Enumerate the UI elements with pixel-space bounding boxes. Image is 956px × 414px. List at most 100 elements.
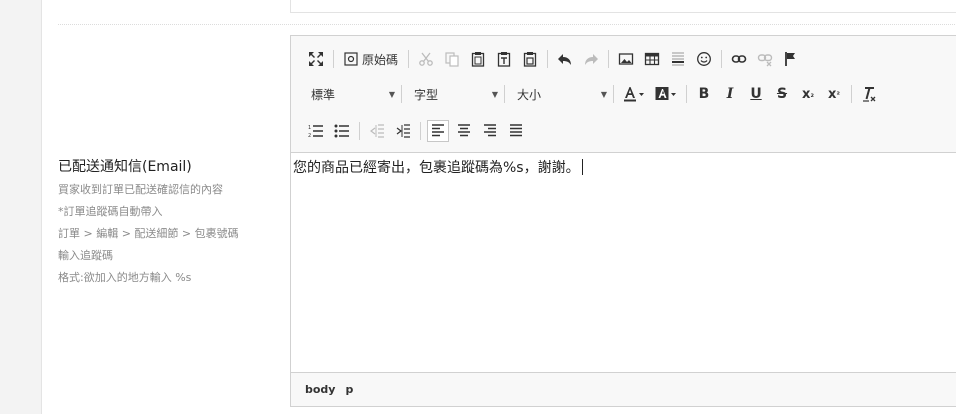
bulleted-list-icon <box>334 124 349 138</box>
align-left-icon <box>432 124 444 137</box>
source-icon <box>344 52 358 66</box>
toolbar-separator <box>686 85 687 103</box>
image-button[interactable] <box>615 48 637 70</box>
superscript-button[interactable]: x² <box>823 83 845 105</box>
help-line-4: 輸入追蹤碼 <box>58 249 113 262</box>
paste-button[interactable] <box>467 48 489 70</box>
smiley-icon <box>697 52 711 66</box>
underline-button[interactable]: U <box>745 83 767 105</box>
table-icon <box>644 52 660 66</box>
svg-text:1: 1 <box>308 125 311 131</box>
help-line-5: 格式:欲加入的地方輸入 %s <box>58 271 192 284</box>
font-size-select-value: 大小 <box>517 87 542 102</box>
font-select-value: 字型 <box>414 87 439 102</box>
align-left-button[interactable] <box>427 120 449 142</box>
outdent-icon <box>370 124 384 138</box>
cut-button[interactable] <box>415 48 437 70</box>
settings-panel: 已配送通知信(Email) 買家收到訂單已配送確認信的內容 *訂單追蹤碼自動帶入… <box>41 0 956 414</box>
horizontal-rule-icon <box>672 52 685 66</box>
toolbar-separator <box>401 85 402 103</box>
toolbar-separator <box>333 50 334 68</box>
source-button[interactable]: 原始碼 <box>340 48 402 70</box>
numbered-list-icon: 1 2 <box>308 125 323 139</box>
toolbar-separator <box>608 50 610 68</box>
undo-icon <box>558 54 572 65</box>
chevron-down-icon: ▼ <box>600 89 607 99</box>
anchor-button[interactable] <box>780 48 802 70</box>
rich-text-editor: 原始碼 標準 ▼ 字型 ▼ 大小 ▼ B I U S x ₂ x ² 1 2 您… <box>290 35 956 407</box>
toolbar-separator <box>359 122 360 140</box>
remove-format-button[interactable] <box>858 83 880 105</box>
scissors-icon <box>419 52 433 66</box>
background-color-button[interactable] <box>652 83 680 105</box>
path-item-p[interactable]: p <box>345 383 353 396</box>
clipboard-icon <box>471 52 485 67</box>
paste-text-button[interactable] <box>493 48 515 70</box>
table-button[interactable] <box>641 48 663 70</box>
text-color-button[interactable] <box>620 83 648 105</box>
clipboard-text-icon <box>497 52 511 67</box>
horizontal-rule-button[interactable] <box>667 48 689 70</box>
background-color-icon <box>655 87 676 100</box>
format-select-value: 標準 <box>311 87 336 102</box>
justify-button[interactable] <box>505 120 527 142</box>
align-center-button[interactable] <box>453 120 475 142</box>
unlink-button[interactable] <box>754 48 776 70</box>
undo-button[interactable] <box>554 48 576 70</box>
text-color-icon <box>624 87 644 102</box>
font-size-select[interactable]: 大小 ▼ <box>511 83 611 105</box>
toolbar-row-1: 原始碼 <box>305 46 806 72</box>
chevron-down-icon: ▼ <box>388 89 395 99</box>
align-right-button[interactable] <box>479 120 501 142</box>
copy-button[interactable] <box>441 48 463 70</box>
path-item-body[interactable]: body <box>305 383 335 396</box>
help-line-3: 訂單 > 編輯 > 配送細節 > 包裹號碼 <box>58 227 239 240</box>
smiley-button[interactable] <box>693 48 715 70</box>
editor-toolbar: 原始碼 標準 ▼ 字型 ▼ 大小 ▼ B I U S x ₂ x ² 1 2 <box>291 36 956 153</box>
indent-icon <box>396 124 410 138</box>
help-line-2: *訂單追蹤碼自動帶入 <box>58 205 163 218</box>
redo-icon <box>585 54 599 65</box>
field-label-column: 已配送通知信(Email) 買家收到訂單已配送確認信的內容 *訂單追蹤碼自動帶入… <box>58 157 268 289</box>
align-right-icon <box>484 124 496 137</box>
link-button[interactable] <box>728 48 750 70</box>
toolbar-row-2: 標準 ▼ 字型 ▼ 大小 ▼ B I U S x ₂ x ² <box>305 81 884 107</box>
copy-icon <box>445 52 459 67</box>
justify-icon <box>510 124 522 137</box>
bold-button[interactable]: B <box>693 83 715 105</box>
toolbar-separator <box>408 50 410 68</box>
editor-content-area[interactable]: 您的商品已經寄出，包裹追蹤碼為%s，謝謝。 <box>291 153 956 371</box>
italic-button[interactable]: I <box>719 83 741 105</box>
flag-icon <box>785 52 796 66</box>
toolbar-separator <box>547 50 549 68</box>
numbered-list-button[interactable]: 1 2 <box>305 120 327 142</box>
clipboard-word-icon <box>523 52 537 67</box>
remove-format-icon <box>863 87 876 102</box>
toolbar-separator <box>721 50 723 68</box>
unlink-icon <box>757 54 773 67</box>
redo-button[interactable] <box>580 48 602 70</box>
element-path-bar: body p <box>291 372 956 406</box>
strikethrough-button[interactable]: S <box>771 83 793 105</box>
chevron-down-icon: ▼ <box>491 89 498 99</box>
text-caret <box>581 159 583 175</box>
bulleted-list-button[interactable] <box>331 120 353 142</box>
maximize-icon <box>309 52 323 66</box>
toolbar-separator <box>613 85 614 103</box>
paste-word-button[interactable] <box>519 48 541 70</box>
toolbar-row-3: 1 2 <box>305 118 531 144</box>
link-icon <box>731 55 747 63</box>
indent-button[interactable] <box>392 120 414 142</box>
image-icon <box>618 53 634 65</box>
toolbar-separator <box>504 85 505 103</box>
outdent-button[interactable] <box>366 120 388 142</box>
editor-text: 您的商品已經寄出，包裹追蹤碼為%s，謝謝。 <box>293 160 580 176</box>
help-line-1: 買家收到訂單已配送確認信的內容 <box>58 183 223 196</box>
format-select[interactable]: 標準 ▼ <box>305 83 399 105</box>
field-title: 已配送通知信(Email) <box>58 159 192 175</box>
toolbar-separator <box>851 85 852 103</box>
subscript-button[interactable]: x₂ <box>797 83 819 105</box>
font-select[interactable]: 字型 ▼ <box>408 83 502 105</box>
align-center-icon <box>458 124 470 137</box>
maximize-button[interactable] <box>305 48 327 70</box>
